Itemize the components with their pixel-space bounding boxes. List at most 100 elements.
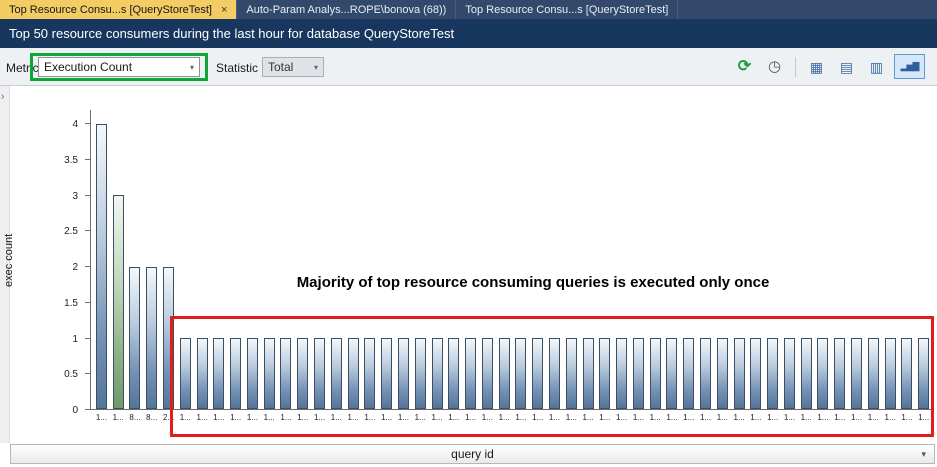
bar[interactable] <box>717 338 728 409</box>
bar-column <box>177 110 194 409</box>
metric-dropdown[interactable]: Execution Count ▾ <box>38 57 200 77</box>
bar[interactable] <box>801 338 812 409</box>
bar[interactable] <box>230 338 241 409</box>
bar[interactable] <box>633 338 644 409</box>
bar[interactable] <box>129 267 140 409</box>
bar[interactable] <box>331 338 342 409</box>
bar[interactable] <box>314 338 325 409</box>
bar[interactable] <box>432 338 443 409</box>
bar-column <box>127 110 144 409</box>
bar[interactable] <box>163 267 174 409</box>
tab-top-resource-consumers-1[interactable]: Top Resource Consu...s [QueryStoreTest] … <box>0 0 237 19</box>
bar[interactable] <box>213 338 224 409</box>
view-grid-button[interactable]: ▦ <box>804 54 829 79</box>
bar[interactable] <box>767 338 778 409</box>
bar[interactable] <box>683 338 694 409</box>
bar-column <box>613 110 630 409</box>
bar-column <box>227 110 244 409</box>
x-tick-label: 1... <box>915 413 932 422</box>
bar[interactable] <box>247 338 258 409</box>
close-tab-icon[interactable]: × <box>221 4 227 16</box>
bar-column <box>546 110 563 409</box>
x-tick-label: 2... <box>160 413 177 422</box>
bar[interactable] <box>280 338 291 409</box>
x-tick-label: 1... <box>546 413 563 422</box>
x-tick-label: 1... <box>445 413 462 422</box>
bar[interactable] <box>566 338 577 409</box>
bar[interactable] <box>750 338 761 409</box>
metric-label: Metric <box>6 61 39 75</box>
bar[interactable] <box>901 338 912 409</box>
x-tick-label: 1... <box>345 413 362 422</box>
collapse-pane-button[interactable]: › <box>1 91 4 102</box>
bar[interactable] <box>297 338 308 409</box>
bar[interactable] <box>851 338 862 409</box>
bar[interactable] <box>381 338 392 409</box>
bar[interactable] <box>734 338 745 409</box>
bar[interactable] <box>499 338 510 409</box>
y-axis: 00.511.522.533.54 <box>12 110 90 410</box>
bar[interactable] <box>834 338 845 409</box>
bar-column <box>714 110 731 409</box>
pane-layout-rows-button[interactable]: ▤ <box>834 54 859 79</box>
bar[interactable] <box>885 338 896 409</box>
bar[interactable] <box>264 338 275 409</box>
bar[interactable] <box>96 124 107 409</box>
bar[interactable] <box>666 338 677 409</box>
toolbar-buttons: ⟳ ◷ ▦ ▤ ▥ ▂▅▇ <box>732 54 925 79</box>
bar[interactable] <box>583 338 594 409</box>
x-tick-label: 8... <box>127 413 144 422</box>
bar[interactable] <box>482 338 493 409</box>
page-title: Top 50 resource consumers during the las… <box>9 26 454 41</box>
bar[interactable] <box>180 338 191 409</box>
bar[interactable] <box>146 267 157 409</box>
x-axis-title: query id <box>451 447 494 461</box>
x-tick-label: 1... <box>294 413 311 422</box>
bar[interactable] <box>599 338 610 409</box>
x-tick-label: 1... <box>278 413 295 422</box>
statistic-dropdown[interactable]: Total ▾ <box>262 57 324 77</box>
bar[interactable] <box>197 338 208 409</box>
x-axis-selector[interactable]: query id ▾ <box>10 444 935 464</box>
bar-column <box>412 110 429 409</box>
x-tick-label: 1... <box>731 413 748 422</box>
x-tick-label: 1... <box>462 413 479 422</box>
tab-label: Top Resource Consu...s [QueryStoreTest] <box>465 4 668 16</box>
x-tick-label: 1... <box>580 413 597 422</box>
tab-top-resource-consumers-2[interactable]: Top Resource Consu...s [QueryStoreTest] <box>456 0 678 19</box>
bar-column <box>143 110 160 409</box>
x-tick-label: 1... <box>563 413 580 422</box>
pane-layout-columns-button[interactable]: ▥ <box>864 54 889 79</box>
bar[interactable] <box>700 338 711 409</box>
bar[interactable] <box>616 338 627 409</box>
bar[interactable] <box>364 338 375 409</box>
statistic-value: Total <box>268 60 293 74</box>
tab-auto-param-analysis[interactable]: Auto-Param Analys...ROPE\bonova (68)) <box>237 0 456 19</box>
x-tick-label: 1... <box>664 413 681 422</box>
refresh-button[interactable]: ⟳ <box>732 54 757 79</box>
bar[interactable] <box>398 338 409 409</box>
bar[interactable] <box>532 338 543 409</box>
bar-selected[interactable] <box>113 195 124 409</box>
bar[interactable] <box>650 338 661 409</box>
y-tick-label: 3 <box>72 191 78 202</box>
x-tick-label: 1... <box>395 413 412 422</box>
bar[interactable] <box>515 338 526 409</box>
bar[interactable] <box>817 338 828 409</box>
bar[interactable] <box>348 338 359 409</box>
bar[interactable] <box>784 338 795 409</box>
x-tick-label: 1... <box>261 413 278 422</box>
time-settings-button[interactable]: ◷ <box>762 54 787 79</box>
bar[interactable] <box>465 338 476 409</box>
x-tick-label: 1... <box>630 413 647 422</box>
bar[interactable] <box>918 338 929 409</box>
toolbar: Metric Execution Count ▾ Statistic Total… <box>0 48 937 86</box>
chevron-down-icon: ▾ <box>190 63 194 72</box>
bar[interactable] <box>448 338 459 409</box>
x-tick-label: 1... <box>831 413 848 422</box>
bar[interactable] <box>868 338 879 409</box>
bar[interactable] <box>415 338 426 409</box>
bar[interactable] <box>549 338 560 409</box>
tab-bar: Top Resource Consu...s [QueryStoreTest] … <box>0 0 937 19</box>
view-chart-button[interactable]: ▂▅▇ <box>894 54 925 79</box>
